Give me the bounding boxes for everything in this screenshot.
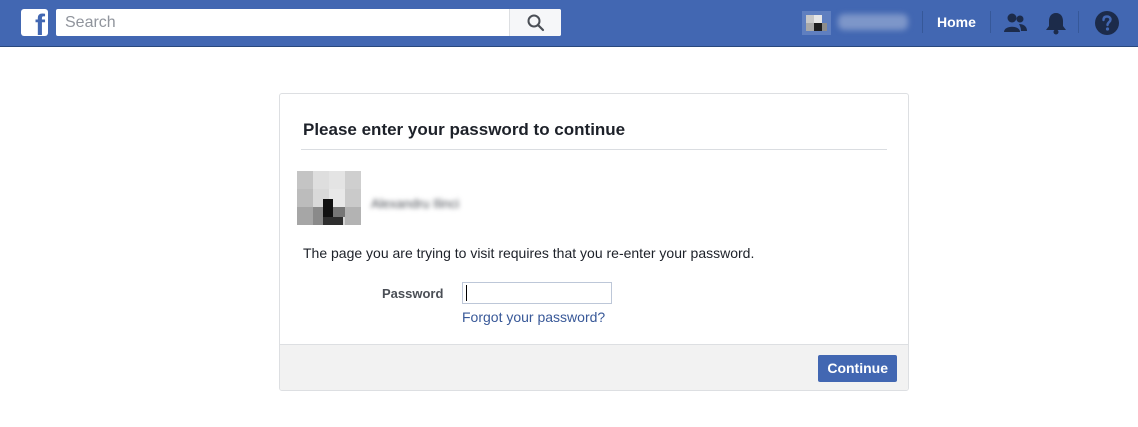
password-input[interactable] — [462, 282, 612, 304]
search-box — [56, 9, 561, 36]
forgot-password-link[interactable]: Forgot your password? — [462, 309, 605, 325]
facebook-logo-icon[interactable]: f — [21, 9, 48, 36]
search-icon — [527, 14, 545, 32]
nav-profile-name[interactable] — [838, 14, 908, 30]
text-caret — [466, 285, 467, 301]
reauth-description: The page you are trying to visit require… — [303, 245, 755, 261]
profile-name: Alexandru Ilinci — [371, 196, 460, 211]
profile-picture — [297, 171, 361, 225]
top-navigation-bar: f Home — [0, 0, 1138, 47]
continue-button[interactable]: Continue — [818, 355, 897, 382]
bell-icon[interactable] — [1043, 10, 1069, 36]
dialog-title: Please enter your password to continue — [303, 120, 626, 139]
password-label: Password — [382, 286, 444, 301]
nav-avatar[interactable] — [802, 11, 831, 35]
search-input[interactable] — [56, 9, 509, 36]
title-divider — [301, 149, 887, 150]
nav-divider — [990, 11, 991, 33]
home-link[interactable]: Home — [937, 14, 976, 30]
nav-divider — [922, 11, 923, 33]
nav-divider — [1078, 11, 1079, 33]
dialog-footer: Continue — [280, 344, 908, 390]
reauth-dialog: Please enter your password to continue A… — [279, 93, 909, 391]
help-icon[interactable] — [1094, 10, 1120, 36]
search-button[interactable] — [509, 9, 561, 36]
friends-icon[interactable] — [1002, 10, 1028, 36]
